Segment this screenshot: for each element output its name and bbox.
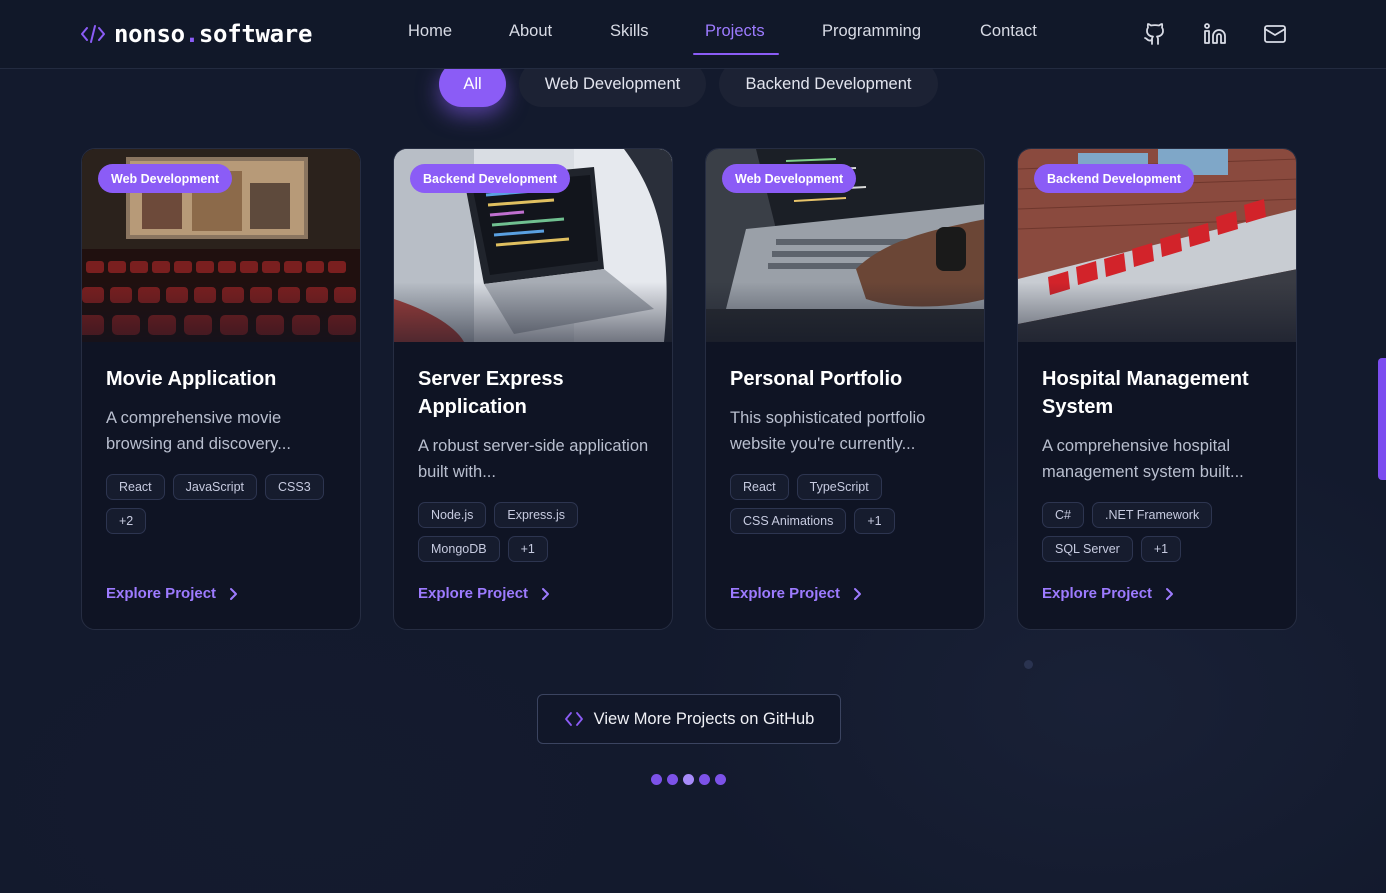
nav-skills[interactable]: Skills xyxy=(610,22,649,41)
explore-project-link[interactable]: Explore Project xyxy=(730,585,864,602)
explore-label: Explore Project xyxy=(1042,585,1153,602)
tech-tag-more[interactable]: +1 xyxy=(507,536,548,562)
tech-tag: SQL Server xyxy=(1042,536,1133,562)
nav-active-indicator xyxy=(693,53,779,55)
pagination-dot[interactable] xyxy=(667,774,678,785)
tech-tag: CSS3 xyxy=(265,474,324,500)
pagination-dots xyxy=(651,774,726,785)
project-card-hospital[interactable]: Backend Development Hospital Management … xyxy=(1017,148,1297,630)
tech-tag-more[interactable]: +1 xyxy=(1140,536,1182,562)
project-title: Personal Portfolio xyxy=(730,368,903,390)
tech-tag: .NET Framework xyxy=(1091,502,1213,528)
tech-tags: React JavaScript CSS3 +2 xyxy=(106,474,346,534)
tech-tag-more[interactable]: +2 xyxy=(106,508,147,534)
explore-label: Explore Project xyxy=(730,585,841,602)
chevron-right-icon xyxy=(230,587,238,600)
nav-home[interactable]: Home xyxy=(408,22,452,41)
view-github-label: View More Projects on GitHub xyxy=(593,709,815,728)
chevron-right-icon xyxy=(854,587,862,600)
project-description: This sophisticated portfolio website you… xyxy=(730,409,926,453)
tech-tag: MongoDB xyxy=(418,536,500,562)
nav-projects[interactable]: Projects xyxy=(705,22,765,41)
tech-tag: C# xyxy=(1042,502,1084,528)
explore-project-link[interactable]: Explore Project xyxy=(418,585,552,602)
code-brackets-icon xyxy=(564,712,583,726)
project-title: Hospital Management System xyxy=(1042,368,1249,418)
tech-tag: Express.js xyxy=(494,502,579,528)
tech-tag-more[interactable]: +1 xyxy=(854,508,895,534)
tech-tags: Node.js Express.js MongoDB +1 xyxy=(418,502,658,562)
code-brackets-icon xyxy=(81,25,105,43)
category-badge: Web Development xyxy=(722,164,857,193)
decorative-dot xyxy=(1024,660,1033,669)
brand-name: nonso.software xyxy=(114,20,313,48)
project-description: A comprehensive hospital management syst… xyxy=(1042,437,1244,481)
project-card-movie[interactable]: Web Development Movie Application A comp… xyxy=(81,148,361,630)
chevron-right-icon xyxy=(542,587,550,600)
project-title: Server Express Application xyxy=(418,368,564,418)
tech-tag: React xyxy=(106,474,165,500)
pagination-dot-active[interactable] xyxy=(683,774,694,785)
tech-tag: CSS Animations xyxy=(730,508,847,534)
pagination-dot[interactable] xyxy=(715,774,726,785)
tech-tag: JavaScript xyxy=(172,474,258,500)
project-description: A robust server-side application built w… xyxy=(418,437,649,481)
explore-project-link[interactable]: Explore Project xyxy=(1042,585,1176,602)
tech-tag: React xyxy=(730,474,789,500)
project-title: Movie Application xyxy=(106,368,277,390)
category-badge: Backend Development xyxy=(410,164,571,193)
brand-logo[interactable]: nonso.software xyxy=(81,19,312,49)
nav-contact[interactable]: Contact xyxy=(980,22,1037,41)
explore-project-link[interactable]: Explore Project xyxy=(106,585,240,602)
mail-icon[interactable] xyxy=(1263,22,1287,46)
category-badge: Web Development xyxy=(98,164,233,193)
nav-programming[interactable]: Programming xyxy=(822,22,921,41)
github-icon[interactable] xyxy=(1143,22,1167,46)
tech-tag: TypeScript xyxy=(796,474,882,500)
tech-tags: C# .NET Framework SQL Server +1 xyxy=(1042,502,1282,562)
tech-tag: Node.js xyxy=(418,502,487,528)
category-badge: Backend Development xyxy=(1034,164,1195,193)
project-card-server-express[interactable]: Backend Development Server Express Appli… xyxy=(393,148,673,630)
chevron-right-icon xyxy=(1166,587,1174,600)
pagination-dot[interactable] xyxy=(651,774,662,785)
view-github-button[interactable]: View More Projects on GitHub xyxy=(537,694,841,744)
explore-label: Explore Project xyxy=(418,585,529,602)
pagination-dot[interactable] xyxy=(699,774,710,785)
site-header: nonso.software Home About Skills Project… xyxy=(0,0,1386,69)
explore-label: Explore Project xyxy=(106,585,217,602)
nav-about[interactable]: About xyxy=(509,22,552,41)
project-card-portfolio[interactable]: Web Development Personal Portfolio This … xyxy=(705,148,985,630)
project-description: A comprehensive movie browsing and disco… xyxy=(106,409,291,453)
linkedin-icon[interactable] xyxy=(1203,22,1227,46)
tech-tags: React TypeScript CSS Animations +1 xyxy=(730,474,970,534)
scrollbar-thumb[interactable] xyxy=(1378,358,1386,480)
